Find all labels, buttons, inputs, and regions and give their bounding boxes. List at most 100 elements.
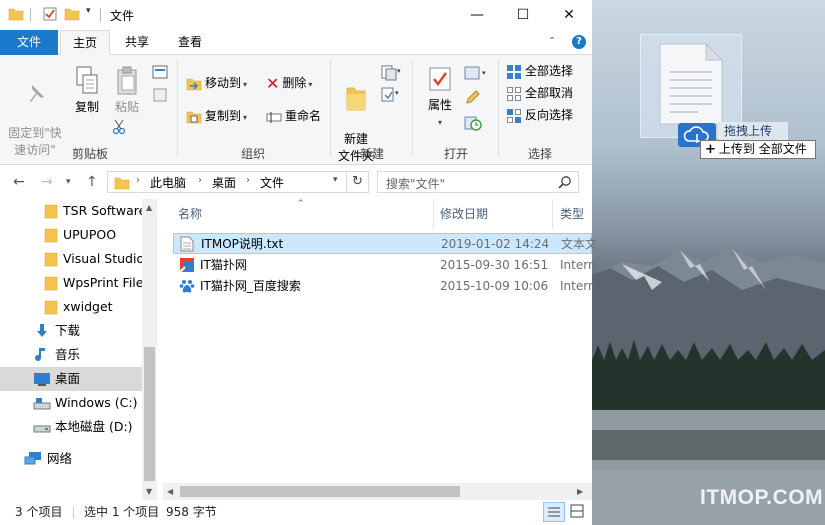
- address-bar[interactable]: › 此电脑 › 桌面 › 文件 ▾: [107, 171, 347, 193]
- column-divider[interactable]: [552, 199, 553, 229]
- window-title: 文件: [110, 9, 135, 23]
- select-none-button[interactable]: 全部取消: [506, 83, 573, 103]
- horizontal-scrollbar-thumb[interactable]: [180, 486, 460, 497]
- history-icon[interactable]: [464, 115, 482, 131]
- collapse-ribbon-icon[interactable]: ⌃: [548, 36, 556, 47]
- tab-share[interactable]: 共享: [113, 30, 161, 55]
- ribbon: 固定到"快速访问" 复制 粘贴 剪贴板 移动到 ▾ 复制到 ▾ ✕ 删除 ▾ 重…: [0, 55, 592, 165]
- breadcrumb-desktop[interactable]: 桌面: [212, 174, 236, 191]
- nav-item-desktop[interactable]: 桌面: [0, 367, 142, 391]
- nav-item-xwidget[interactable]: xwidget: [0, 295, 142, 319]
- pin-quick-access-button[interactable]: 固定到"快速访问": [4, 65, 66, 176]
- edit-icon[interactable]: [464, 90, 480, 106]
- select-all-button[interactable]: 全部选择: [506, 61, 573, 81]
- breadcrumb-this-pc[interactable]: 此电脑: [150, 174, 186, 191]
- large-icons-view-button[interactable]: [567, 502, 589, 522]
- new-item-icon[interactable]: ▾: [381, 65, 401, 81]
- cut-icon[interactable]: [112, 119, 126, 135]
- quick-access-dropdown-icon[interactable]: ▾: [86, 6, 91, 16]
- nav-item-drive-c[interactable]: Windows (C:): [0, 391, 142, 415]
- recent-locations-icon[interactable]: ▾: [66, 177, 71, 187]
- search-box[interactable]: 搜索"文件": [377, 171, 579, 193]
- tab-home[interactable]: 主页: [60, 30, 110, 56]
- properties-button[interactable]: 属性 ▾: [420, 65, 460, 131]
- close-button[interactable]: ✕: [546, 0, 592, 30]
- nav-item-label: Visual Studio: [63, 251, 142, 266]
- nav-item-music[interactable]: 音乐: [0, 343, 142, 367]
- column-header-name[interactable]: 名称: [178, 199, 202, 229]
- nav-item-downloads[interactable]: 下载: [0, 319, 142, 343]
- nav-scrollbar-thumb[interactable]: [144, 347, 155, 481]
- delete-button[interactable]: ✕ 删除 ▾: [266, 73, 312, 93]
- back-arrow-icon[interactable]: ←: [13, 174, 25, 190]
- refresh-icon[interactable]: ↻: [347, 171, 369, 193]
- column-header-type[interactable]: 类型: [560, 199, 584, 229]
- invert-selection-label: 反向选择: [525, 108, 574, 122]
- file-name: IT猫扑网_百度搜索: [200, 279, 301, 293]
- folder-icon: [44, 300, 58, 315]
- nav-item-upupoo[interactable]: UPUPOO: [0, 223, 142, 247]
- title-bar[interactable]: ▾ 文件 — ☐ ✕: [0, 0, 592, 30]
- table-row[interactable]: ITMOP说明.txt 2019-01-02 14:24 文本文: [173, 233, 597, 254]
- delete-label: 删除: [282, 76, 307, 90]
- easy-access-icon[interactable]: ▾: [381, 87, 401, 103]
- column-divider[interactable]: [433, 199, 434, 229]
- select-group-label: 选择: [527, 147, 552, 161]
- select-all-icon: [507, 64, 521, 79]
- open-icon[interactable]: ▾: [464, 65, 490, 81]
- scroll-left-icon[interactable]: ◀: [167, 487, 173, 496]
- up-arrow-icon[interactable]: ↑: [86, 174, 98, 190]
- pin-icon: [30, 85, 44, 102]
- nav-item-network[interactable]: 网络: [0, 447, 142, 471]
- maximize-button[interactable]: ☐: [500, 0, 546, 30]
- nav-item-label: xwidget: [63, 299, 113, 314]
- breadcrumb-files[interactable]: 文件: [260, 174, 284, 191]
- properties-check-icon[interactable]: [42, 6, 58, 22]
- paste-shortcut-icon[interactable]: [152, 88, 168, 102]
- folder-icon: [44, 252, 58, 267]
- help-icon[interactable]: ?: [572, 35, 586, 49]
- group-divider: [412, 59, 413, 157]
- minimize-button[interactable]: —: [454, 0, 500, 30]
- new-folder-icon[interactable]: [64, 6, 80, 22]
- tab-file[interactable]: 文件: [0, 30, 58, 55]
- nav-item-tsr-software[interactable]: TSR Software: [0, 199, 142, 223]
- network-icon: [24, 452, 41, 465]
- invert-selection-button[interactable]: 反向选择: [506, 105, 573, 125]
- rename-button[interactable]: 重命名: [266, 106, 321, 126]
- nav-item-label: 桌面: [55, 371, 81, 386]
- group-divider: [330, 59, 331, 157]
- tab-view[interactable]: 查看: [166, 30, 214, 55]
- breadcrumb-separator-icon: ›: [198, 175, 202, 186]
- horizontal-scrollbar[interactable]: ◀ ▶: [163, 483, 592, 500]
- file-date: 2015-09-30 16:51: [440, 258, 549, 272]
- breadcrumb-separator-icon: ›: [136, 175, 140, 186]
- folder-icon: [44, 228, 58, 243]
- open-group-label: 打开: [443, 147, 468, 161]
- file-date: 2015-10-09 10:06: [440, 279, 549, 293]
- address-dropdown-icon[interactable]: ▾: [333, 175, 338, 185]
- table-row[interactable]: IT猫扑网_百度搜索 2015-10-09 10:06 Intern: [173, 276, 596, 297]
- nav-item-wpsprint-files[interactable]: WpsPrint Files: [0, 271, 142, 295]
- forward-arrow-icon[interactable]: →: [41, 174, 53, 190]
- details-view-button[interactable]: [543, 502, 565, 522]
- nav-item-drive-d[interactable]: 本地磁盘 (D:): [0, 415, 142, 439]
- paste-button[interactable]: 粘贴: [110, 65, 144, 116]
- scroll-right-icon[interactable]: ▶: [577, 487, 583, 496]
- table-row[interactable]: IT猫扑网 2015-09-30 16:51 Intern: [173, 255, 596, 276]
- copy-to-button[interactable]: 复制到 ▾: [186, 106, 247, 126]
- drag-tooltip: + 上传到 全部文件: [700, 140, 816, 159]
- move-to-icon: [186, 78, 202, 90]
- scroll-up-icon[interactable]: ▲: [146, 203, 152, 212]
- move-to-button[interactable]: 移动到 ▾: [186, 73, 247, 93]
- nav-item-label: 网络: [47, 451, 73, 466]
- properties-label: 属性: [427, 98, 452, 112]
- file-date: 2019-01-02 14:24: [441, 237, 550, 251]
- new-folder-large-icon: [346, 87, 366, 111]
- copy-path-icon[interactable]: [152, 65, 168, 79]
- nav-item-visual-studio[interactable]: Visual Studio: [0, 247, 142, 271]
- search-input[interactable]: 搜索"文件": [386, 175, 445, 192]
- column-header-date[interactable]: 修改日期: [440, 199, 488, 229]
- copy-button[interactable]: 复制: [70, 65, 104, 116]
- scroll-down-icon[interactable]: ▼: [146, 487, 152, 496]
